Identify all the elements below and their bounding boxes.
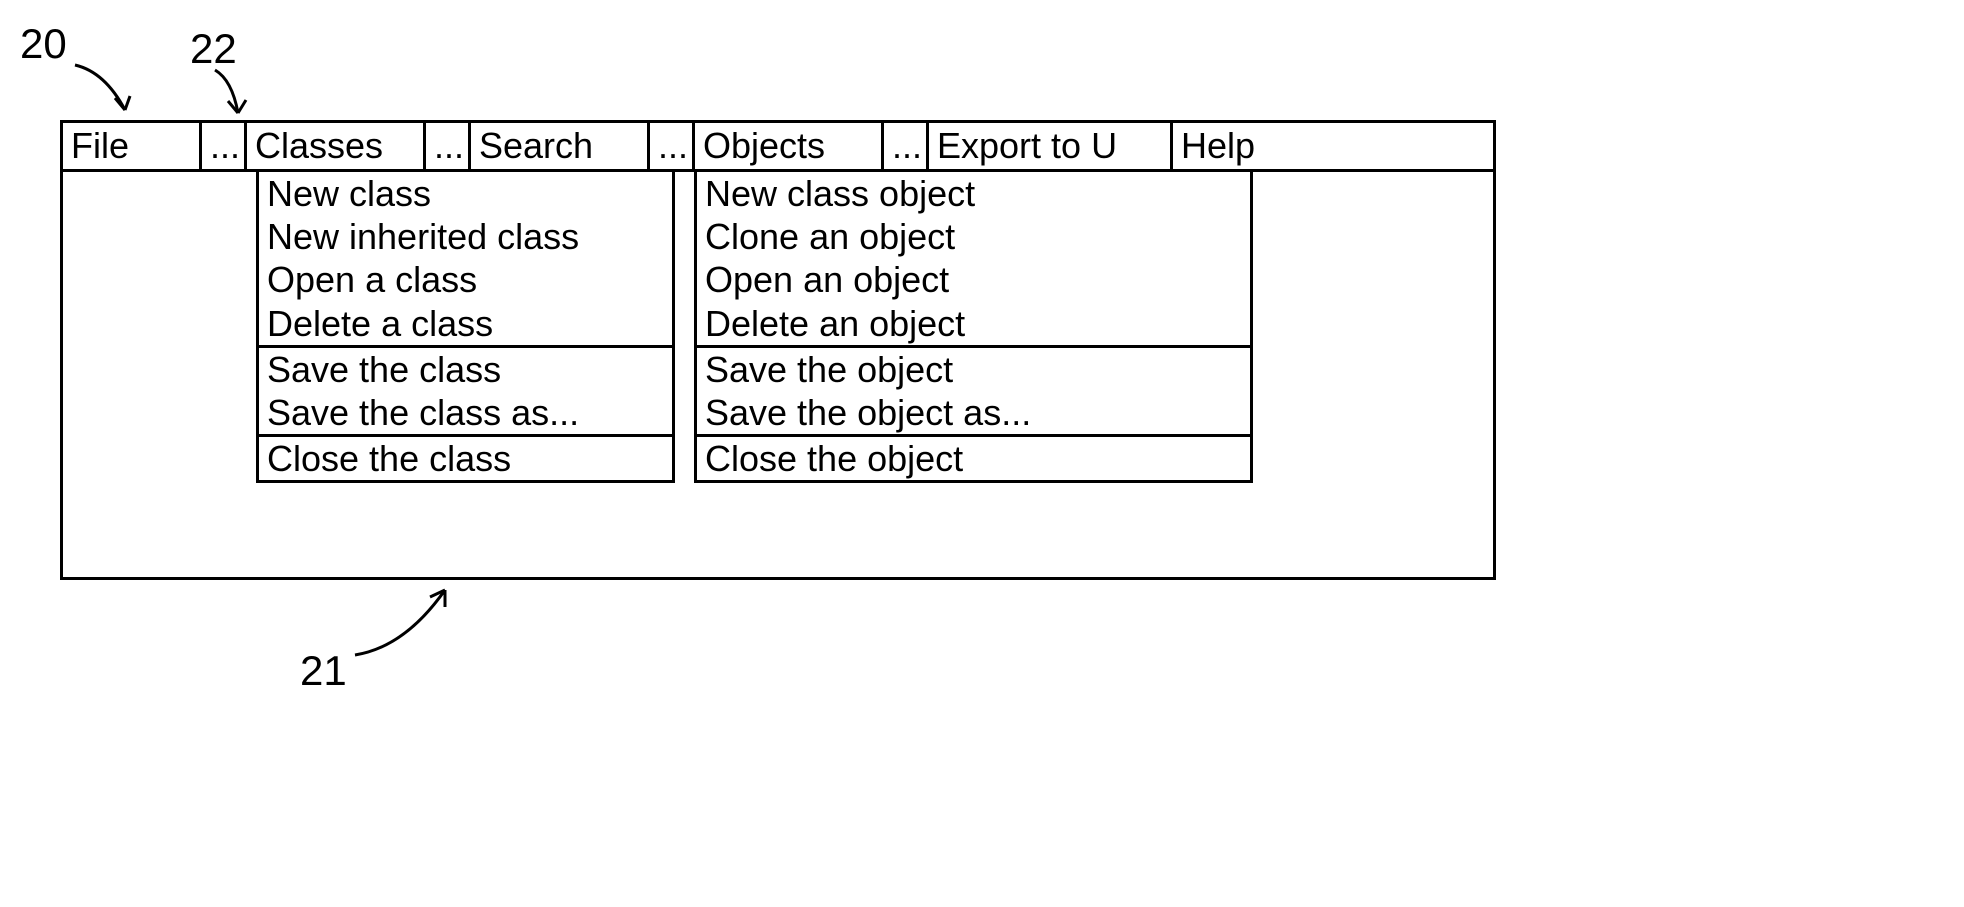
menu-pinch-3[interactable]: ...	[650, 123, 695, 169]
menu-objects[interactable]: Objects	[695, 123, 884, 169]
dropdown-objects-group-3: Close the object	[697, 437, 1250, 480]
menu-item-save-object-as[interactable]: Save the object as...	[697, 391, 1250, 434]
dropdown-objects-group-1: New class object Clone an object Open an…	[697, 172, 1250, 348]
callout-21: 21	[300, 647, 347, 695]
client-area: New class New inherited class Open a cla…	[63, 172, 1493, 577]
menu-item-new-class[interactable]: New class	[259, 172, 672, 215]
menu-item-open-class[interactable]: Open a class	[259, 258, 672, 301]
menu-item-close-object[interactable]: Close the object	[697, 437, 1250, 480]
menu-item-new-inherited-class[interactable]: New inherited class	[259, 215, 672, 258]
menu-item-close-class[interactable]: Close the class	[259, 437, 672, 480]
menu-item-save-class[interactable]: Save the class	[259, 348, 672, 391]
dropdown-classes-group-2: Save the class Save the class as...	[259, 348, 672, 437]
dropdown-classes-group-3: Close the class	[259, 437, 672, 480]
menu-item-new-class-object[interactable]: New class object	[697, 172, 1250, 215]
menu-classes[interactable]: Classes	[247, 123, 426, 169]
figure-container: 20 22 File ... Classes ... Search ... Ob…	[60, 120, 1530, 580]
callout-20: 20	[20, 20, 67, 68]
menu-pinch-4[interactable]: ...	[884, 123, 929, 169]
menu-item-clone-object[interactable]: Clone an object	[697, 215, 1250, 258]
menu-item-save-class-as[interactable]: Save the class as...	[259, 391, 672, 434]
menu-item-save-object[interactable]: Save the object	[697, 348, 1250, 391]
application-window: File ... Classes ... Search ... Objects …	[60, 120, 1496, 580]
callout-22-arrow	[210, 65, 270, 125]
menu-item-delete-object[interactable]: Delete an object	[697, 302, 1250, 345]
menu-item-delete-class[interactable]: Delete a class	[259, 302, 672, 345]
dropdown-classes: New class New inherited class Open a cla…	[256, 172, 675, 483]
menu-export[interactable]: Export to U	[929, 123, 1173, 169]
dropdown-classes-group-1: New class New inherited class Open a cla…	[259, 172, 672, 348]
menu-bar: File ... Classes ... Search ... Objects …	[63, 123, 1493, 172]
menu-search[interactable]: Search	[471, 123, 650, 169]
menu-item-open-object[interactable]: Open an object	[697, 258, 1250, 301]
dropdown-objects: New class object Clone an object Open an…	[694, 172, 1253, 483]
callout-21-arrow	[350, 575, 470, 665]
menu-pinch-1[interactable]: ...	[202, 123, 247, 169]
menu-pinch-2[interactable]: ...	[426, 123, 471, 169]
menu-help[interactable]: Help	[1173, 123, 1493, 169]
dropdown-objects-group-2: Save the object Save the object as...	[697, 348, 1250, 437]
callout-20-arrow	[70, 60, 170, 130]
